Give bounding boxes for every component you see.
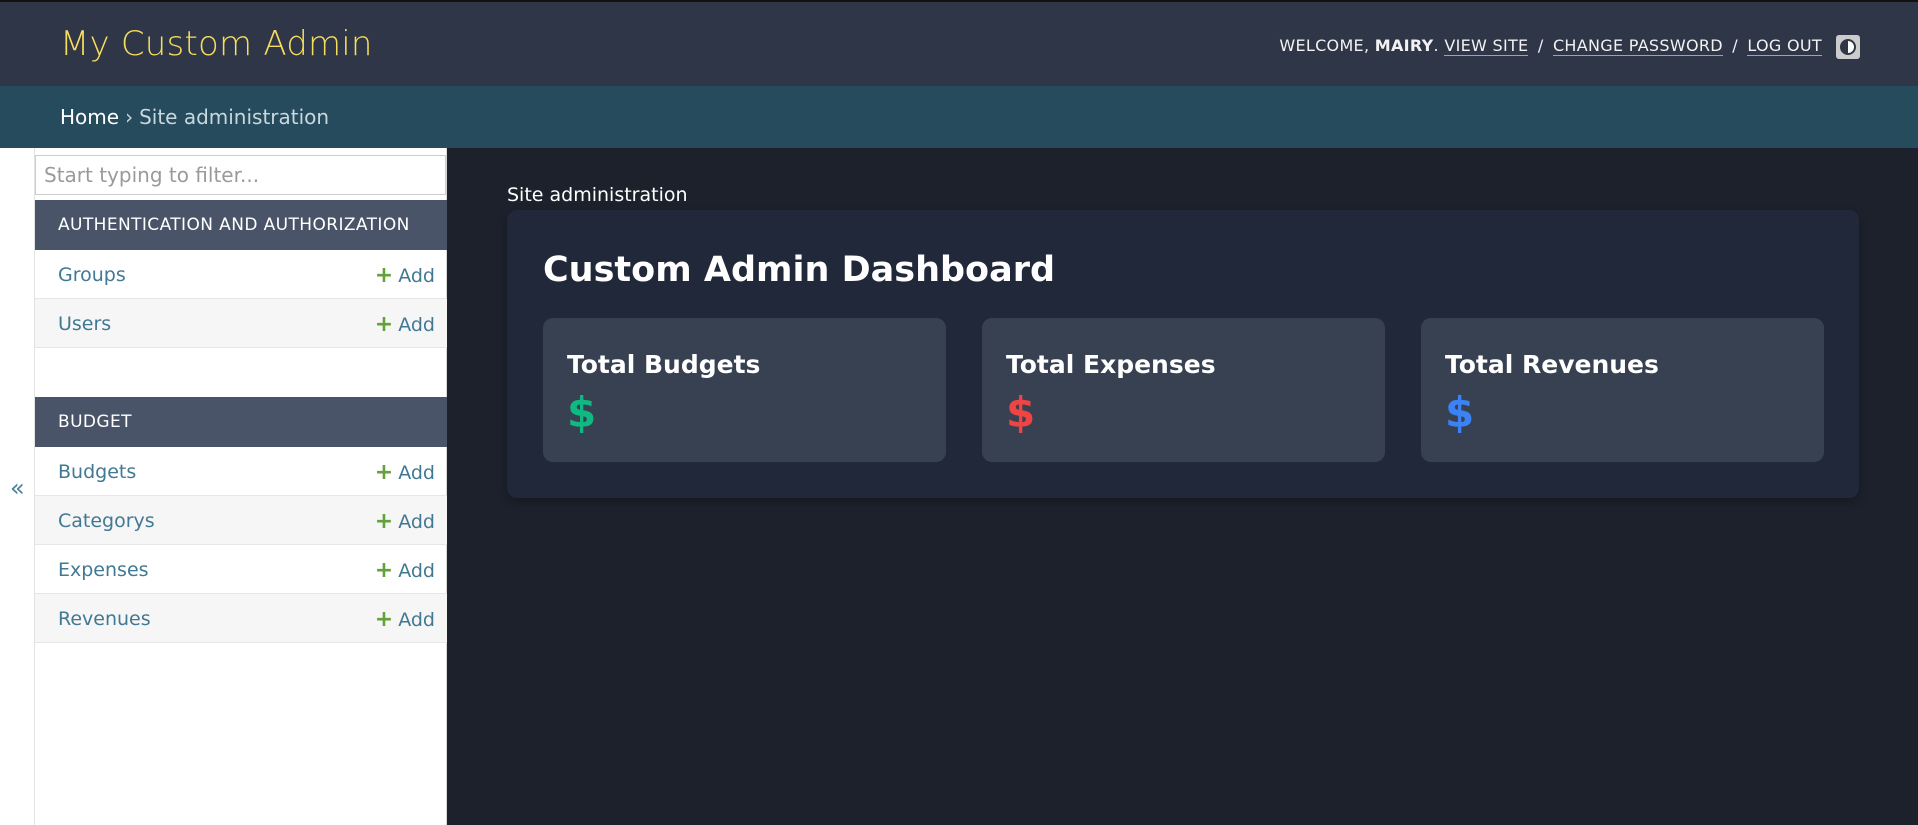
section-label: Site administration (507, 184, 688, 206)
model-link-expenses[interactable]: Expenses (58, 559, 149, 581)
module-caption[interactable]: Budget (35, 397, 447, 447)
stat-card-revenues: Total Revenues $ (1421, 318, 1824, 462)
module-caption[interactable]: Authentication and Authorization (35, 200, 447, 250)
nav-filter-input[interactable] (35, 155, 446, 195)
add-expenses-link[interactable]: + Add (375, 558, 435, 583)
model-row-revenues: Revenues + Add (35, 594, 447, 643)
model-link-users[interactable]: Users (58, 313, 111, 335)
dashboard-panel: Custom Admin Dashboard Total Budgets $ T… (507, 210, 1859, 498)
dashboard-title: Custom Admin Dashboard (543, 250, 1056, 290)
model-row-groups: Groups + Add (35, 250, 447, 299)
model-row-users: Users + Add (35, 299, 447, 348)
dollar-icon: $ (1006, 388, 1036, 437)
add-icon: + (374, 558, 394, 583)
model-link-groups[interactable]: Groups (58, 264, 126, 286)
nav-sidebar-toggle-button[interactable]: « (0, 148, 35, 825)
add-icon: + (374, 607, 394, 632)
stat-card-budgets: Total Budgets $ (543, 318, 946, 462)
site-header: My Custom Admin WELCOME, MAIRY. VIEW SIT… (0, 0, 1918, 86)
dollar-icon: $ (567, 388, 597, 437)
username: MAIRY (1374, 36, 1434, 55)
model-row-budgets: Budgets + Add (35, 447, 447, 496)
dollar-icon: $ (1445, 388, 1475, 437)
add-icon: + (374, 460, 394, 485)
stat-card-title: Total Budgets (567, 350, 761, 379)
log-out-link[interactable]: LOG OUT (1747, 36, 1822, 56)
change-password-link[interactable]: CHANGE PASSWORD (1552, 36, 1723, 56)
theme-toggle-button[interactable] (1836, 35, 1860, 59)
model-row-expenses: Expenses + Add (35, 545, 447, 594)
site-brand[interactable]: My Custom Admin (60, 24, 373, 64)
add-icon: + (374, 312, 394, 337)
add-icon: + (374, 509, 394, 534)
user-tools: WELCOME, MAIRY. VIEW SITE / CHANGE PASSW… (1279, 36, 1822, 56)
view-site-link[interactable]: VIEW SITE (1444, 36, 1529, 56)
add-categorys-link[interactable]: + Add (375, 509, 435, 534)
collapse-sidebar-icon: « (10, 474, 25, 502)
model-link-categorys[interactable]: Categorys (58, 510, 155, 532)
stat-card-title: Total Revenues (1445, 350, 1659, 379)
welcome-text: WELCOME, (1279, 36, 1370, 55)
add-budgets-link[interactable]: + Add (375, 460, 435, 485)
module-budget: Budget Budgets + Add Categorys + Add Expen… (35, 397, 447, 643)
separator: / (1732, 36, 1738, 55)
breadcrumb-separator: › (125, 105, 134, 129)
model-row-categorys: Categorys + Add (35, 496, 447, 545)
breadcrumb-home-link[interactable]: Home (60, 105, 119, 129)
add-icon: + (374, 263, 394, 288)
breadcrumb: Home › Site administration (0, 86, 1918, 148)
nav-sidebar: Authentication and Authorization Groups … (35, 148, 447, 825)
theme-toggle-icon (1840, 39, 1856, 55)
add-revenues-link[interactable]: + Add (375, 607, 435, 632)
stat-card-title: Total Expenses (1006, 350, 1216, 379)
model-link-revenues[interactable]: Revenues (58, 608, 151, 630)
add-groups-link[interactable]: + Add (375, 263, 435, 288)
main-content: Site administration Custom Admin Dashboa… (447, 148, 1918, 825)
add-users-link[interactable]: + Add (375, 312, 435, 337)
model-link-budgets[interactable]: Budgets (58, 461, 136, 483)
module-auth: Authentication and Authorization Groups … (35, 200, 447, 348)
stat-card-expenses: Total Expenses $ (982, 318, 1385, 462)
breadcrumb-current: Site administration (139, 105, 330, 129)
separator: / (1537, 36, 1544, 55)
